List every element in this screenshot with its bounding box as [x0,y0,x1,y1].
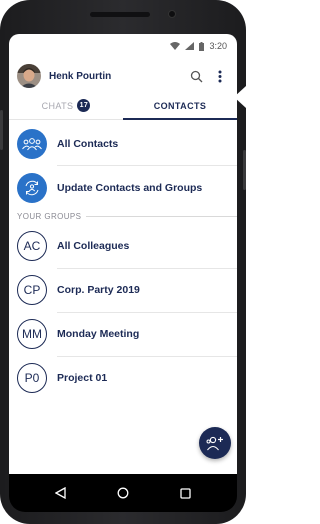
group-avatar: CP [17,275,47,305]
group-avatar: AC [17,231,47,261]
group-avatar: MM [17,319,47,349]
app-header: Henk Pourtin [9,60,237,92]
recent-apps-icon[interactable] [171,478,201,508]
signal-icon [185,42,195,50]
avatar[interactable] [17,64,41,88]
app-screen: 3:20 Henk Pourtin CHATS 17 CONTACTS All … [9,34,237,474]
group-name: All Colleagues [57,240,130,252]
group-name: Project 01 [57,372,108,384]
earpiece-speaker [90,12,150,17]
unread-badge: 17 [77,99,91,112]
search-icon[interactable] [187,67,205,85]
status-bar: 3:20 [9,34,237,58]
tab-chats-label: CHATS [41,100,74,111]
group-name: Corp. Party 2019 [57,284,140,296]
group-row[interactable]: P0 Project 01 [9,357,237,399]
front-camera [168,10,176,18]
tab-contacts-label: CONTACTS [153,100,207,111]
back-icon[interactable] [45,478,75,508]
your-groups-header: YOUR GROUPS [17,210,237,222]
all-contacts-label: All Contacts [57,138,119,150]
tab-chats[interactable]: CHATS 17 [9,92,123,119]
home-icon[interactable] [108,478,138,508]
group-name: Monday Meeting [57,328,140,340]
group-row[interactable]: AC All Colleagues [9,225,237,267]
active-tab-pointer [234,86,246,108]
sync-contacts-icon [17,173,47,203]
group-avatar: P0 [17,363,47,393]
power-button [243,150,246,190]
update-contacts-row[interactable]: Update Contacts and Groups [9,166,237,210]
people-group-icon [17,129,47,159]
battery-icon [199,41,205,51]
tab-bar: CHATS 17 CONTACTS [9,92,237,120]
tab-contacts[interactable]: CONTACTS [123,92,237,120]
volume-button [0,110,3,150]
update-contacts-label: Update Contacts and Groups [57,182,203,194]
group-row[interactable]: MM Monday Meeting [9,313,237,355]
add-contact-button[interactable] [199,427,231,459]
wifi-icon [170,42,181,50]
group-row[interactable]: CP Corp. Party 2019 [9,269,237,311]
section-divider [86,215,237,217]
add-group-icon [206,436,223,451]
more-vertical-icon[interactable] [211,67,229,85]
user-name: Henk Pourtin [49,70,112,82]
section-title: YOUR GROUPS [17,211,82,221]
system-nav-bar [9,474,237,512]
all-contacts-row[interactable]: All Contacts [9,122,237,166]
status-time: 3:20 [209,41,227,51]
